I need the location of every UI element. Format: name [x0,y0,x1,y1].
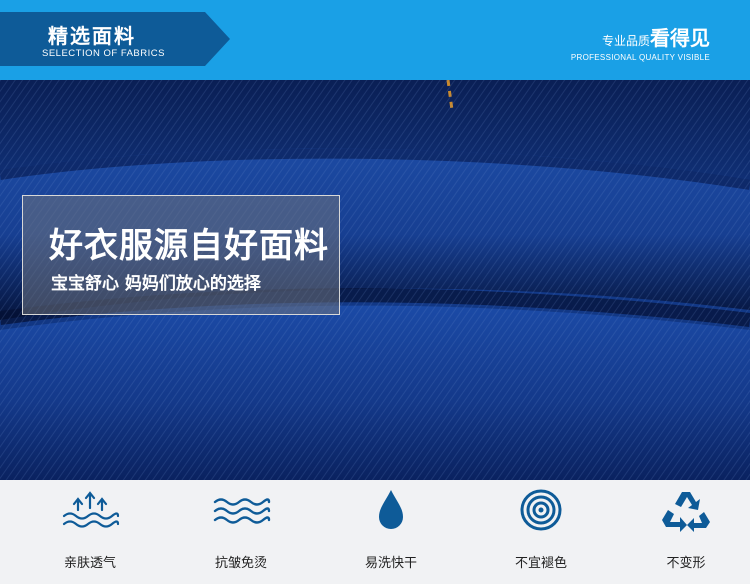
headline-title: 好衣服源自好面料 [49,226,329,266]
fabric-features-bar: 亲肤透气 抗皱免烫 易洗快干 不宜褪色 不变形 [0,480,750,584]
feature-no-deform: 不变形 [611,480,750,584]
quality-slogan-small: 专业品质 [601,34,650,48]
headline-overlay-box: 好衣服源自好面料 宝宝舒心 妈妈们放心的选择 [22,195,340,315]
quality-slogan: 专业品质看得见 PROFESSIONAL QUALITY VISIBLE [571,22,710,62]
feature-label: 易洗快干 [364,556,417,571]
section-header-banner: 精选面料 SELECTION OF FABRICS 专业品质看得见 PROFES… [0,0,750,80]
wrinkle-free-waves-icon [213,498,271,524]
denim-fabric-photo: 好衣服源自好面料 宝宝舒心 妈妈们放心的选择 [0,80,750,480]
feature-colorfast: 不宜褪色 [466,480,616,584]
feature-wrinkle-free: 抗皱免烫 [166,480,316,584]
section-title: 精选面料 [48,24,136,48]
feature-label: 不变形 [666,556,706,571]
feature-breathable: 亲肤透气 [15,480,165,584]
water-drop-icon [379,490,403,529]
recycle-icon [662,492,710,532]
section-subtitle: SELECTION OF FABRICS [42,48,165,59]
concentric-target-icon [520,489,562,531]
product-detail-page: 精选面料 SELECTION OF FABRICS 专业品质看得见 PROFES… [0,0,750,584]
feature-label: 不宜褪色 [514,556,567,571]
feature-quick-dry: 易洗快干 [316,480,466,584]
quality-slogan-big: 看得见 [650,26,710,50]
quality-slogan-subtitle: PROFESSIONAL QUALITY VISIBLE [570,53,710,62]
headline-subtitle: 宝宝舒心 妈妈们放心的选择 [51,274,261,294]
feature-label: 抗皱免烫 [214,556,267,571]
breathable-waves-icon [62,491,120,528]
section-tag: 精选面料 SELECTION OF FABRICS [0,12,230,66]
feature-label: 亲肤透气 [63,556,116,571]
